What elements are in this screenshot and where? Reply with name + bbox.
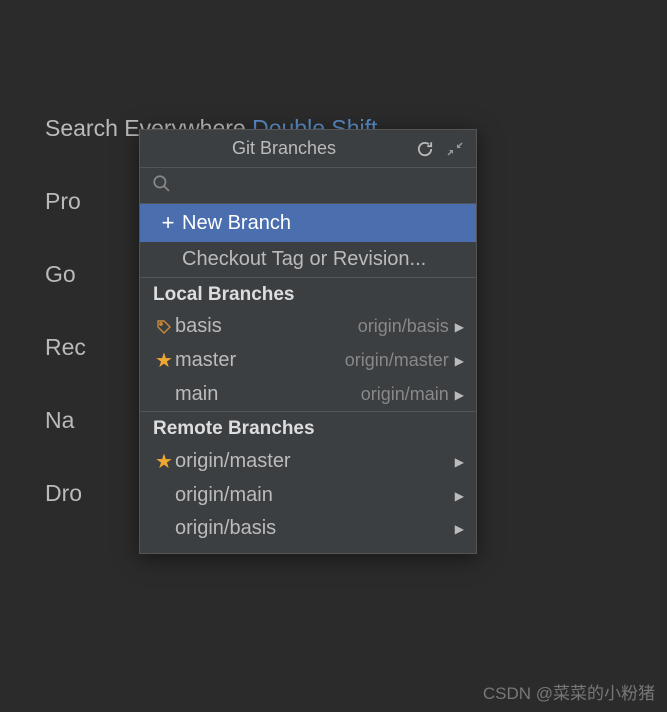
chevron-right-icon: ▶ (455, 522, 464, 536)
tracking-branch: origin/basis (358, 316, 449, 337)
tag-icon (153, 319, 175, 335)
watermark: CSDN @菜菜的小粉猪 (483, 679, 655, 704)
hint-line2: Pro (45, 188, 81, 215)
chevron-right-icon: ▶ (455, 455, 464, 469)
git-branches-popup: Git Branches + (139, 129, 477, 554)
remote-branch-item[interactable]: ★ origin/master ▶ (140, 444, 476, 479)
popup-title: Git Branches (152, 138, 416, 159)
refresh-icon[interactable] (416, 140, 434, 158)
menu-label: Checkout Tag or Revision... (182, 248, 464, 271)
branch-name: main (175, 383, 361, 406)
hint-line3: Go (45, 261, 76, 288)
menu-label: New Branch (182, 212, 464, 235)
branch-name: master (175, 349, 345, 372)
plus-icon: + (158, 210, 178, 236)
search-input[interactable] (178, 177, 464, 195)
hint-line6: Dro (45, 480, 82, 507)
chevron-right-icon: ▶ (455, 388, 464, 402)
collapse-icon[interactable] (446, 140, 464, 158)
star-icon: ★ (153, 348, 175, 373)
star-icon: ★ (153, 449, 175, 474)
chevron-right-icon: ▶ (455, 354, 464, 368)
branch-name: basis (175, 315, 358, 338)
branch-name: origin/main (175, 484, 455, 507)
new-branch-action[interactable]: + New Branch (140, 204, 476, 242)
remote-branches-header: Remote Branches (140, 412, 476, 444)
tracking-branch: origin/main (361, 384, 449, 405)
remote-branch-item[interactable]: origin/basis ▶ (140, 512, 476, 545)
hint-line5: Na (45, 407, 74, 434)
branch-name: origin/basis (175, 517, 455, 540)
remote-branch-item[interactable]: origin/main ▶ (140, 479, 476, 512)
hint-line4: Rec (45, 334, 86, 361)
tracking-branch: origin/master (345, 350, 449, 371)
popup-header: Git Branches (140, 130, 476, 168)
local-branch-item[interactable]: ★ master origin/master ▶ (140, 343, 476, 378)
chevron-right-icon: ▶ (455, 489, 464, 503)
branch-name: origin/master (175, 450, 455, 473)
search-icon (152, 174, 170, 197)
local-branch-item[interactable]: basis origin/basis ▶ (140, 310, 476, 343)
checkout-tag-action[interactable]: Checkout Tag or Revision... (140, 242, 476, 277)
local-branches-header: Local Branches (140, 278, 476, 310)
chevron-right-icon: ▶ (455, 320, 464, 334)
local-branch-item[interactable]: main origin/main ▶ (140, 378, 476, 411)
search-row (140, 168, 476, 204)
